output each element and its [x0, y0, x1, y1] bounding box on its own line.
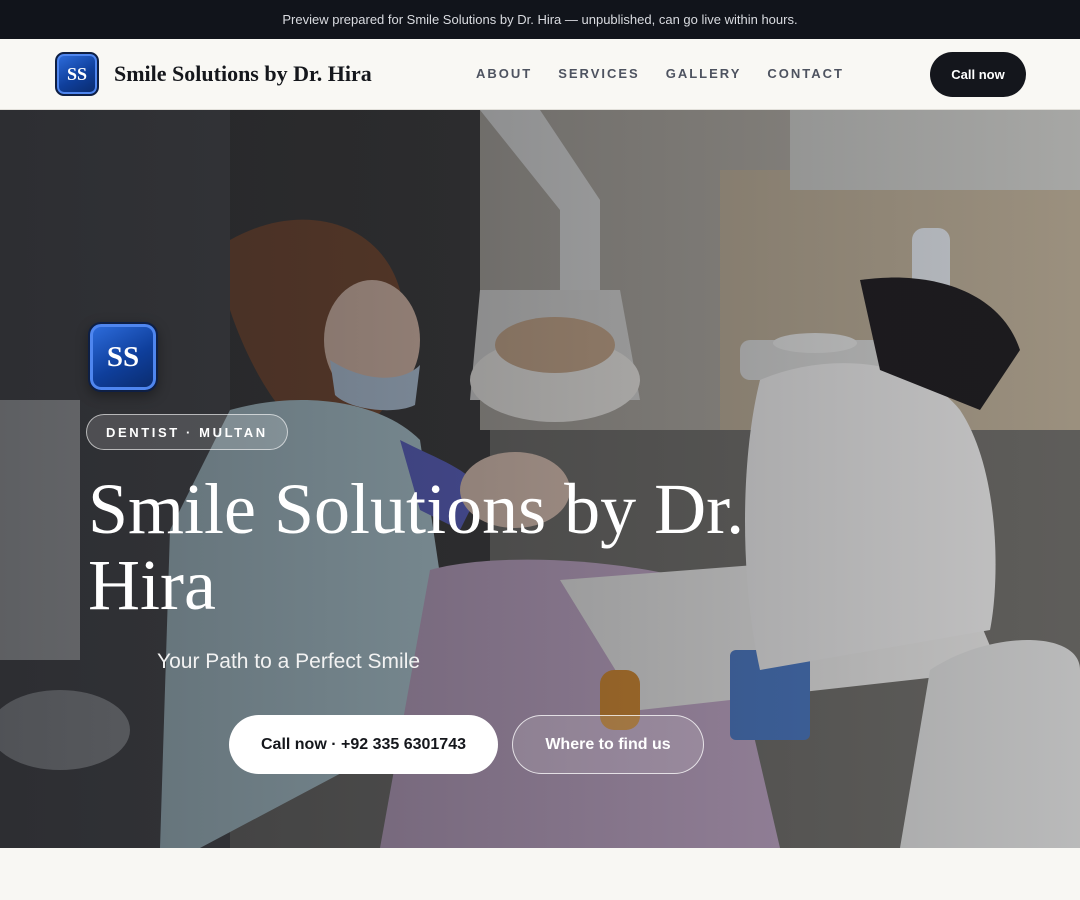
- hero-tagline: Your Path to a Perfect Smile: [157, 650, 421, 673]
- hero-title: Smile Solutions by Dr. Hira: [88, 469, 745, 625]
- hero-logo: SS: [88, 322, 158, 392]
- call-now-button[interactable]: Call now · +92 335 6301743: [229, 715, 498, 774]
- nav-about[interactable]: ABOUT: [476, 66, 532, 81]
- nav-services[interactable]: SERVICES: [558, 66, 640, 81]
- header-call-button[interactable]: Call now: [930, 52, 1026, 97]
- hero-logo-initials: SS: [106, 340, 140, 373]
- nav-contact[interactable]: CONTACT: [767, 66, 844, 81]
- site-header: SS Smile Solutions by Dr. Hira ABOUT SER…: [0, 39, 1080, 110]
- hero-section: SS DENTIST · MULTAN Smile Solutions by D…: [0, 110, 1080, 848]
- announcement-text: Preview prepared for Smile Solutions by …: [282, 12, 798, 27]
- brand-name[interactable]: Smile Solutions by Dr. Hira: [114, 61, 372, 87]
- category-badge: DENTIST · MULTAN: [86, 414, 288, 450]
- brand-logo-initials: SS: [66, 63, 88, 84]
- announcement-bar: Preview prepared for Smile Solutions by …: [0, 0, 1080, 39]
- nav-gallery[interactable]: GALLERY: [666, 66, 742, 81]
- brand-logo[interactable]: SS: [55, 52, 99, 96]
- main-nav: ABOUT SERVICES GALLERY CONTACT: [476, 66, 844, 81]
- where-to-find-us-button[interactable]: Where to find us: [512, 715, 704, 774]
